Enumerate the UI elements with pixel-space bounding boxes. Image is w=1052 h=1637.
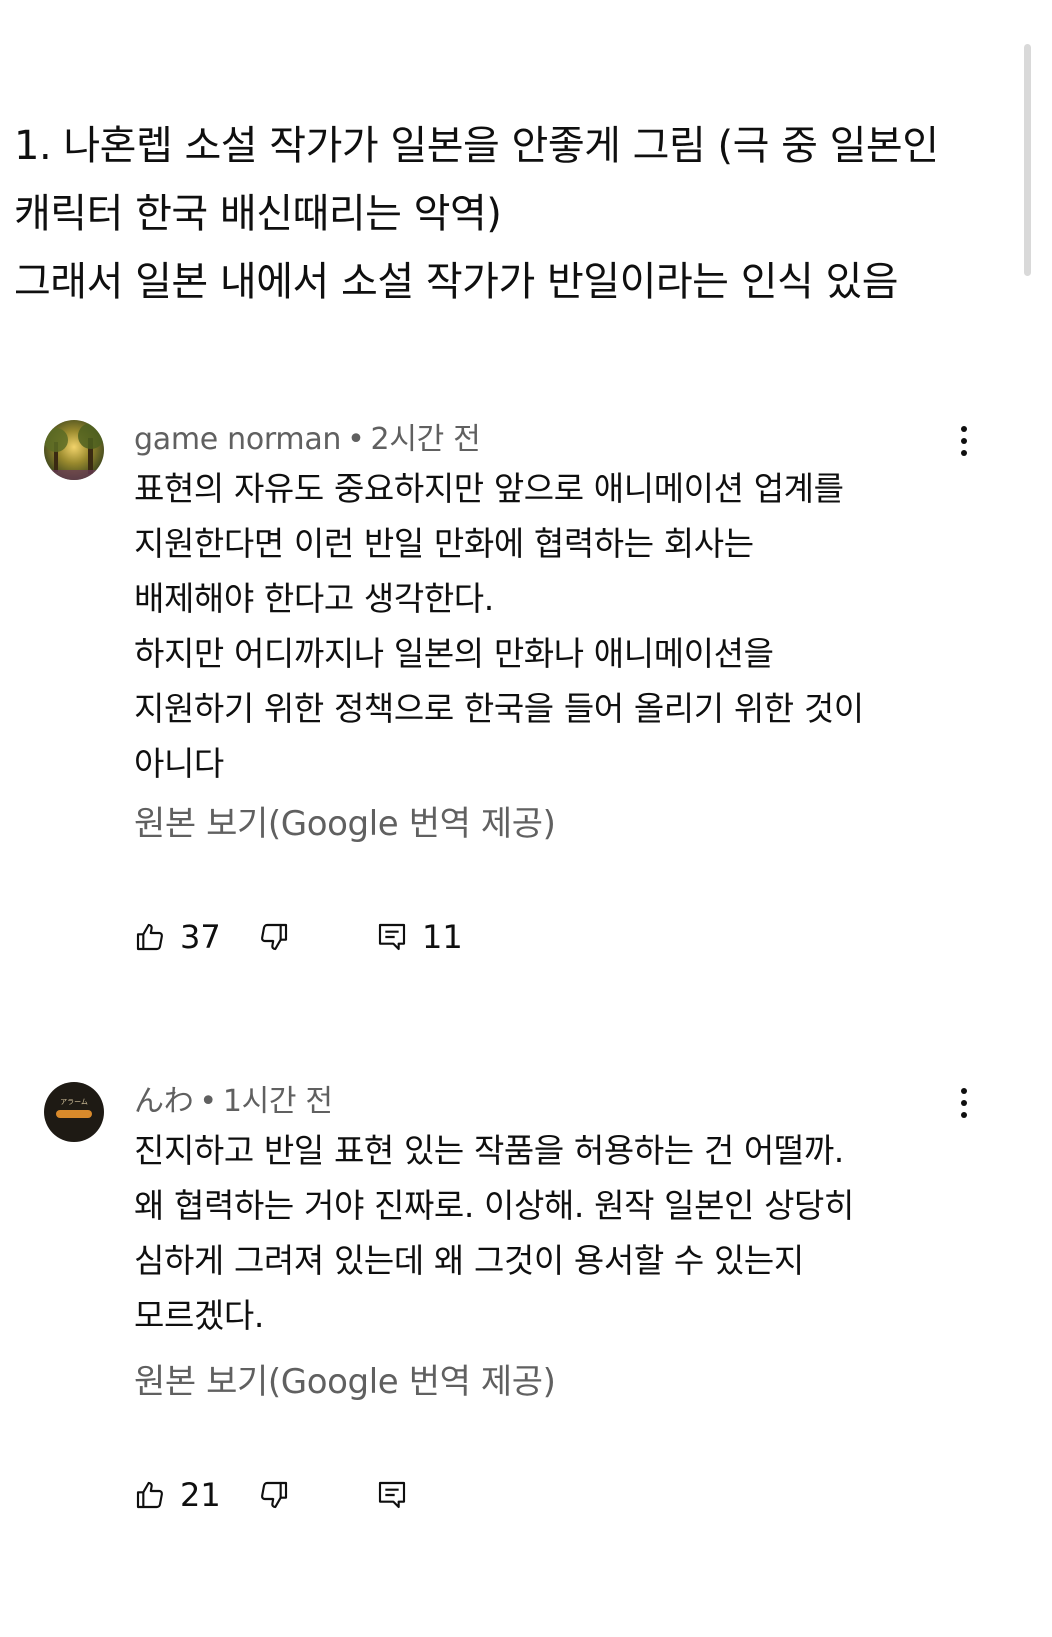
comment-text-line: 표현의 자유도 중요하지만 앞으로 애니메이션 업계를: [134, 469, 844, 508]
comment-actions: 37 11: [134, 912, 634, 962]
thumbs-down-icon: [261, 923, 288, 951]
post-text-line: 1. 나혼렙 소설 작가가 일본을 안좋게 그림 (극 중 일본인: [14, 123, 939, 169]
comment-text-line: 심하게 그려져 있는데 왜 그것이 용서할 수 있는지: [134, 1241, 804, 1280]
comment-icon: [378, 923, 406, 951]
post-text: 1. 나혼렙 소설 작가가 일본을 안좋게 그림 (극 중 일본인 캐릭터 한국…: [14, 112, 1004, 316]
meta-separator: •: [199, 1084, 217, 1119]
comment-author[interactable]: game norman: [134, 422, 341, 457]
comment-actions: 21: [134, 1470, 634, 1520]
forest-avatar-icon: [44, 420, 104, 480]
comment-text-line: 모르겠다.: [134, 1296, 264, 1335]
dislike-button[interactable]: [258, 1470, 290, 1520]
comment-text-line: 배제해야 한다고 생각한다.: [134, 579, 494, 618]
thumbs-up-icon: [136, 1481, 163, 1509]
comment-text-line: 하지만 어디까지나 일본의 만화나 애니메이션을: [134, 634, 774, 673]
comment-text-line: 지원한다면 이런 반일 만화에 협력하는 회사는: [134, 524, 754, 563]
comment-time: 2시간 전: [370, 422, 481, 457]
comment-meta: んわ • 1시간 전: [134, 1082, 333, 1122]
scrollbar[interactable]: [1024, 44, 1031, 276]
see-original-link[interactable]: 원본 보기(Google 번역 제공): [134, 802, 556, 846]
more-vertical-icon[interactable]: [946, 418, 982, 464]
reply-count: 11: [422, 918, 463, 956]
thumbs-down-icon: [261, 1481, 288, 1509]
comment-meta: game norman • 2시간 전: [134, 420, 481, 460]
comment-icon: [378, 1481, 406, 1509]
reply-button[interactable]: 11: [376, 912, 463, 962]
post-text-line: 그래서 일본 내에서 소설 작가가 반일이라는 인식 있음: [14, 259, 899, 305]
more-vertical-icon[interactable]: [946, 1080, 982, 1126]
post-text-line: 캐릭터 한국 배신때리는 악역): [14, 191, 502, 237]
reply-button[interactable]: [376, 1470, 422, 1520]
meta-separator: •: [347, 422, 365, 457]
like-button[interactable]: 21: [134, 1470, 221, 1520]
comment-text: 진지하고 반일 표현 있는 작품을 허용하는 건 어떨까. 왜 협력하는 거야 …: [134, 1123, 964, 1343]
dislike-button[interactable]: [258, 912, 290, 962]
avatar-text: アラーム: [60, 1098, 88, 1106]
thumbs-up-icon: [136, 923, 163, 951]
alarm-logo-avatar-icon: アラーム: [44, 1082, 104, 1142]
comment-text-line: 지원하기 위한 정책으로 한국을 들어 올리기 위한 것이: [134, 689, 864, 728]
avatar[interactable]: アラーム: [44, 1082, 104, 1142]
comment-author[interactable]: んわ: [134, 1084, 194, 1119]
comment-text-line: 아니다: [134, 744, 224, 783]
like-button[interactable]: 37: [134, 912, 221, 962]
comment-text-line: 진지하고 반일 표현 있는 작품을 허용하는 건 어떨까.: [134, 1131, 844, 1170]
like-count: 21: [180, 1476, 221, 1514]
comment-time: 1시간 전: [222, 1084, 333, 1119]
comment-text: 표현의 자유도 중요하지만 앞으로 애니메이션 업계를 지원한다면 이런 반일 …: [134, 461, 964, 791]
avatar[interactable]: [44, 420, 104, 480]
like-count: 37: [180, 918, 221, 956]
comment-text-line: 왜 협력하는 거야 진짜로. 이상해. 원작 일본인 상당히: [134, 1186, 854, 1225]
see-original-link[interactable]: 원본 보기(Google 번역 제공): [134, 1360, 556, 1404]
